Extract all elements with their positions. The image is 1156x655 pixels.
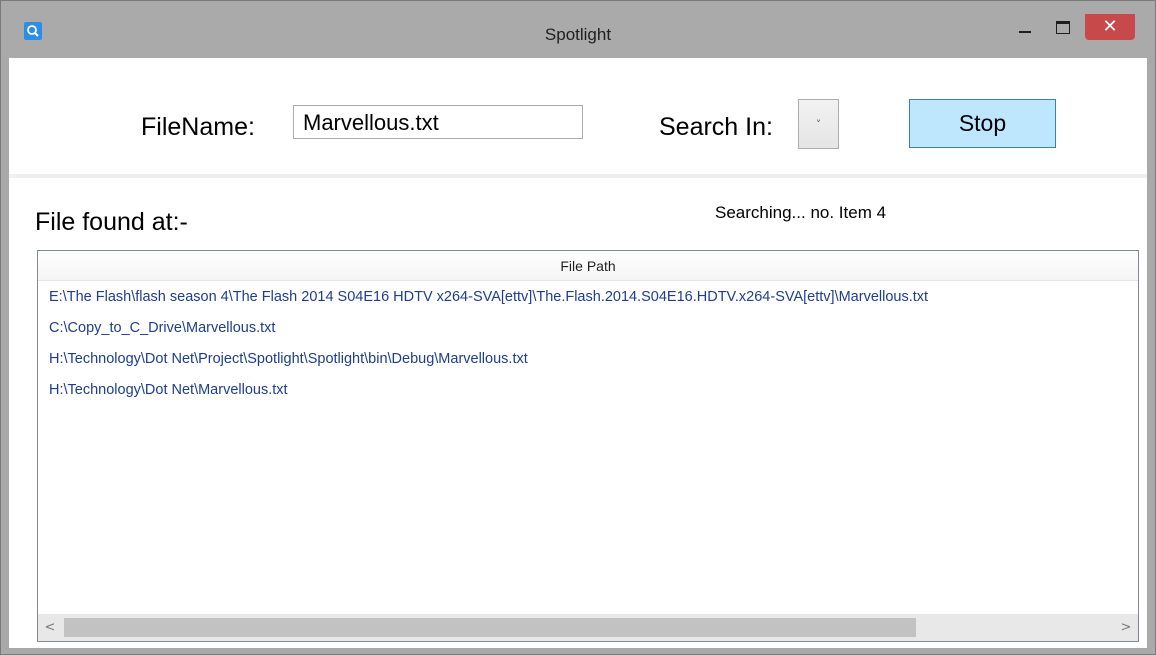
filename-label: FileName: bbox=[141, 113, 255, 141]
close-button[interactable]: ✕ bbox=[1085, 14, 1135, 40]
chevron-down-icon: ˅ bbox=[815, 117, 822, 131]
file-found-label: File found at:- bbox=[35, 208, 188, 236]
search-in-label: Search In: bbox=[659, 113, 773, 141]
filename-input[interactable] bbox=[293, 105, 583, 139]
minimize-icon bbox=[1019, 31, 1031, 33]
column-header-file-path[interactable]: File Path bbox=[38, 251, 1138, 281]
maximize-icon bbox=[1056, 20, 1070, 34]
results-rows: E:\The Flash\flash season 4\The Flash 20… bbox=[38, 282, 1138, 406]
horizontal-scrollbar[interactable]: < > bbox=[38, 614, 1138, 641]
results-list[interactable]: File Path E:\The Flash\flash season 4\Th… bbox=[37, 250, 1139, 642]
spotlight-window: Spotlight ✕ FileName: Search In: ˅ Stop … bbox=[0, 0, 1156, 655]
search-panel: FileName: Search In: ˅ Stop bbox=[9, 58, 1147, 174]
list-item[interactable]: E:\The Flash\flash season 4\The Flash 20… bbox=[38, 282, 1138, 313]
stop-button[interactable]: Stop bbox=[909, 99, 1056, 148]
minimize-button[interactable] bbox=[1007, 14, 1043, 40]
client-area: FileName: Search In: ˅ Stop File found a… bbox=[9, 58, 1147, 648]
close-icon: ✕ bbox=[1102, 16, 1118, 37]
scrollbar-thumb[interactable] bbox=[64, 618, 916, 637]
search-in-dropdown[interactable]: ˅ bbox=[798, 99, 839, 149]
maximize-button[interactable] bbox=[1045, 14, 1081, 40]
title-bar[interactable]: Spotlight ✕ bbox=[1, 1, 1155, 57]
list-item[interactable]: H:\Technology\Dot Net\Marvellous.txt bbox=[38, 375, 1138, 406]
scroll-right-icon[interactable]: > bbox=[1114, 614, 1138, 641]
list-item[interactable]: C:\Copy_to_C_Drive\Marvellous.txt bbox=[38, 313, 1138, 344]
divider bbox=[9, 174, 1147, 178]
search-status: Searching... no. Item 4 bbox=[715, 203, 887, 222]
window-title: Spotlight bbox=[544, 25, 612, 44]
scroll-left-icon[interactable]: < bbox=[38, 614, 62, 641]
list-item[interactable]: H:\Technology\Dot Net\Project\Spotlight\… bbox=[38, 344, 1138, 375]
